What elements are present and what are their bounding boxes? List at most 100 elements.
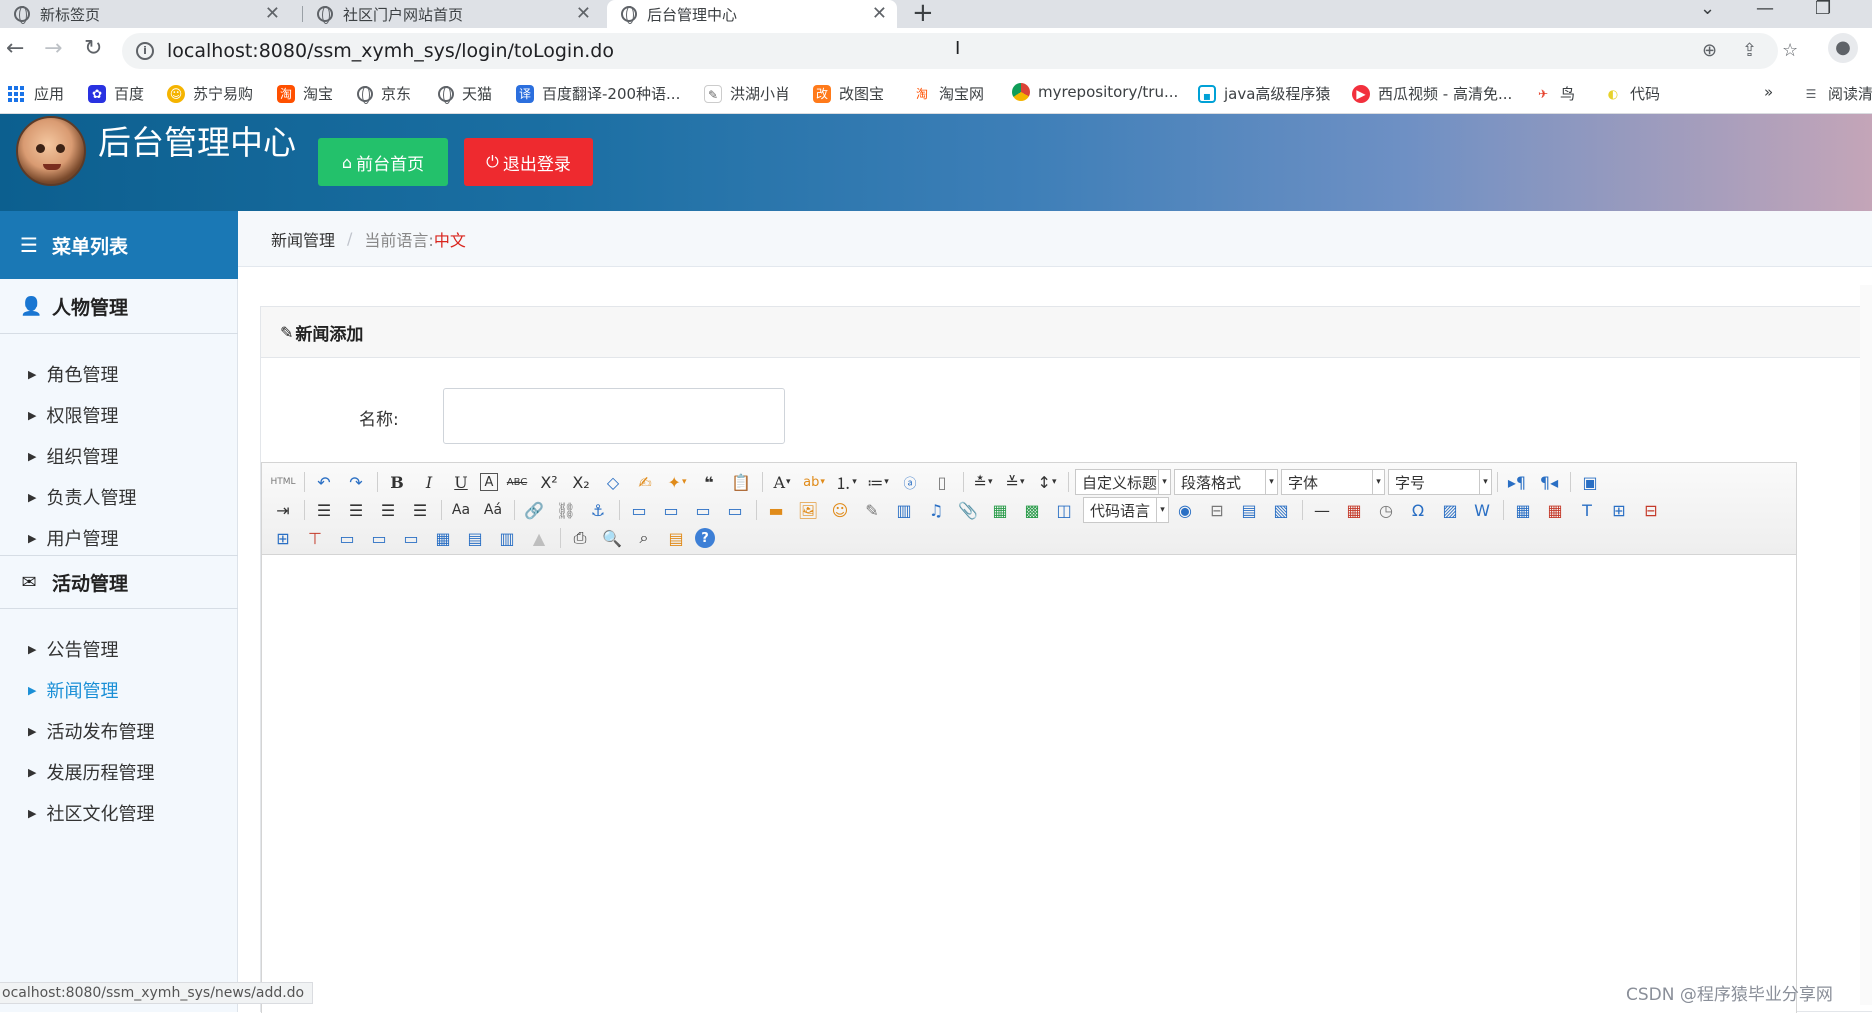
custom-heading-select[interactable]: 自定义标题 ▾ — [1075, 469, 1171, 495]
to-lowercase-icon[interactable]: Aá — [480, 497, 506, 523]
delete-table-icon[interactable]: ▦ — [1542, 497, 1568, 523]
anchor-icon[interactable]: ⚓ — [585, 497, 611, 523]
back-arrow-icon[interactable]: ← — [6, 36, 24, 61]
bookmark-taobao-net[interactable]: 淘淘宝网 — [913, 83, 984, 104]
close-icon[interactable]: ✕ — [872, 3, 887, 24]
split-to-cells-icon[interactable]: ▦ — [430, 525, 456, 551]
subscript-icon[interactable]: X₂ — [568, 469, 594, 495]
bookmark-java[interactable]: ▪ java高级程序猿 — [1198, 83, 1330, 104]
tab-new-tab[interactable]: 新标签页 ✕ — [0, 0, 290, 28]
zoom-icon[interactable]: ⊕ — [1702, 40, 1717, 61]
unlink-icon[interactable]: ⛓ — [553, 497, 579, 523]
more-bookmarks[interactable]: » — [1764, 83, 1773, 101]
sidebar-item-activity-publish[interactable]: ▶ 活动发布管理 — [28, 718, 154, 744]
sidebar-item-roles[interactable]: ▶ 角色管理 — [28, 361, 118, 387]
clear-doc-icon[interactable]: ▯ — [929, 469, 955, 495]
snapscreen-icon[interactable]: ▨ — [1437, 497, 1463, 523]
share-icon[interactable]: ⇪ — [1742, 40, 1757, 61]
row-spacing-top-icon[interactable]: ≛ — [970, 469, 996, 495]
logout-button[interactable]: ⏻ 退出登录 — [464, 138, 593, 186]
breadcrumb-section[interactable]: 新闻管理 — [271, 227, 335, 251]
frontend-home-button[interactable]: ⌂ 前台首页 — [318, 138, 448, 186]
delete-col-icon[interactable]: ⊤ — [302, 525, 328, 551]
sidebar-item-announcements[interactable]: ▶ 公告管理 — [28, 636, 118, 662]
delete-row-icon[interactable]: ⊟ — [1638, 497, 1664, 523]
attachment-icon[interactable]: 📎 — [955, 497, 981, 523]
insert-paragraph-before-table-icon[interactable]: T — [1574, 497, 1600, 523]
sidebar-item-organizations[interactable]: ▶ 组织管理 — [28, 443, 118, 469]
sidebar-item-history[interactable]: ▶ 发展历程管理 — [28, 759, 154, 785]
template-icon[interactable]: ▤ — [1236, 497, 1262, 523]
split-to-rows-icon[interactable]: ▤ — [462, 525, 488, 551]
paragraph-format-select[interactable]: 段落格式 ▾ — [1174, 469, 1278, 495]
special-chars-icon[interactable]: Ω — [1405, 497, 1431, 523]
merge-down-icon[interactable]: ▭ — [398, 525, 424, 551]
restore-icon[interactable]: ❐ — [1815, 0, 1831, 19]
page-break-icon[interactable]: ⊟ — [1204, 497, 1230, 523]
url-omnibox[interactable]: i localhost:8080/ssm_xymh_sys/login/toLo… — [122, 33, 1798, 69]
map-icon[interactable]: ▦ — [987, 497, 1013, 523]
image-none-icon[interactable]: ▭ — [626, 497, 652, 523]
scrollbar[interactable] — [1860, 285, 1872, 1005]
align-right-icon[interactable]: ☰ — [375, 497, 401, 523]
align-center-icon[interactable]: ☰ — [343, 497, 369, 523]
tab-search-chevron-icon[interactable]: ⌄ — [1700, 0, 1715, 19]
bookmark-apps[interactable]: 应用 — [8, 83, 64, 104]
merge-right-icon[interactable]: ▭ — [366, 525, 392, 551]
bookmark-star-icon[interactable]: ☆ — [1782, 40, 1798, 61]
insert-video-icon[interactable]: ▥ — [891, 497, 917, 523]
new-tab-plus-icon[interactable]: + — [912, 0, 934, 28]
row-spacing-bottom-icon[interactable]: ≚ — [1002, 469, 1028, 495]
image-center-icon[interactable]: ▭ — [722, 497, 748, 523]
simple-upload-icon[interactable]: ▬ — [763, 497, 789, 523]
strikethrough-icon[interactable]: ABC — [504, 469, 530, 495]
align-left-icon[interactable]: ☰ — [311, 497, 337, 523]
merge-cells-icon[interactable]: ▭ — [334, 525, 360, 551]
superscript-icon[interactable]: X² — [536, 469, 562, 495]
background-color-icon[interactable]: ab — [801, 469, 827, 495]
redo-icon[interactable]: ↷ — [343, 469, 369, 495]
background-icon[interactable]: ▧ — [1268, 497, 1294, 523]
reading-list[interactable]: ☰ 阅读清 — [1802, 83, 1872, 104]
image-right-icon[interactable]: ▭ — [690, 497, 716, 523]
close-icon[interactable]: ✕ — [265, 3, 280, 24]
image-left-icon[interactable]: ▭ — [658, 497, 684, 523]
bookmark-jd[interactable]: 京东 — [357, 83, 411, 104]
bookmark-xigua[interactable]: ▶ 西瓜视频 - 高清免... — [1352, 83, 1512, 104]
date-icon[interactable]: ▦ — [1341, 497, 1367, 523]
bookmark-tmall[interactable]: 天猫 — [438, 83, 492, 104]
minimize-icon[interactable]: — — [1756, 0, 1774, 19]
scrawl-icon[interactable]: ✎ — [859, 497, 885, 523]
bookmark-myrepository[interactable]: myrepository/tru... — [1012, 83, 1178, 101]
insert-table-icon[interactable]: ▦ — [1510, 497, 1536, 523]
music-icon[interactable]: ♫ — [923, 497, 949, 523]
unordered-list-icon[interactable]: ≔ — [865, 469, 891, 495]
group-people-management[interactable]: 👤 人物管理 — [0, 280, 238, 334]
forward-arrow-icon[interactable]: → — [44, 36, 62, 61]
name-input[interactable] — [443, 388, 785, 444]
bookmark-gaitubao[interactable]: 改改图宝 — [813, 83, 884, 104]
bookmark-baidu-translate[interactable]: 译百度翻译-200种语... — [516, 83, 680, 104]
word-image-icon[interactable]: W — [1469, 497, 1495, 523]
web-app-icon[interactable]: ◉ — [1172, 497, 1198, 523]
drafts-icon[interactable]: ▤ — [663, 525, 689, 551]
font-color-icon[interactable]: A — [769, 469, 795, 495]
line-height-icon[interactable]: ↕ — [1034, 469, 1060, 495]
sidebar-item-news[interactable]: ▶ 新闻管理 — [28, 677, 118, 703]
preview-icon[interactable]: 🔍 — [599, 525, 625, 551]
emotion-icon[interactable]: ☺ — [827, 497, 853, 523]
align-justify-icon[interactable]: ☰ — [407, 497, 433, 523]
time-icon[interactable]: ◷ — [1373, 497, 1399, 523]
font-border-icon[interactable]: A — [480, 473, 498, 491]
chart-icon[interactable]: ▲ — [526, 525, 552, 551]
font-family-select[interactable]: 字体 ▾ — [1281, 469, 1385, 495]
autotypeset-icon[interactable]: ✦ — [664, 469, 690, 495]
font-size-select[interactable]: 字号 ▾ — [1388, 469, 1492, 495]
sidebar-item-users[interactable]: ▶ 用户管理 — [28, 525, 118, 551]
split-to-cols-icon[interactable]: ▥ — [494, 525, 520, 551]
insert-image-icon[interactable]: 🖼 — [795, 497, 821, 523]
bold-icon[interactable]: B — [384, 469, 410, 495]
html-source-icon[interactable]: HTML — [270, 469, 296, 495]
underline-icon[interactable]: U — [448, 469, 474, 495]
insert-frame-icon[interactable]: ◫ — [1051, 497, 1077, 523]
